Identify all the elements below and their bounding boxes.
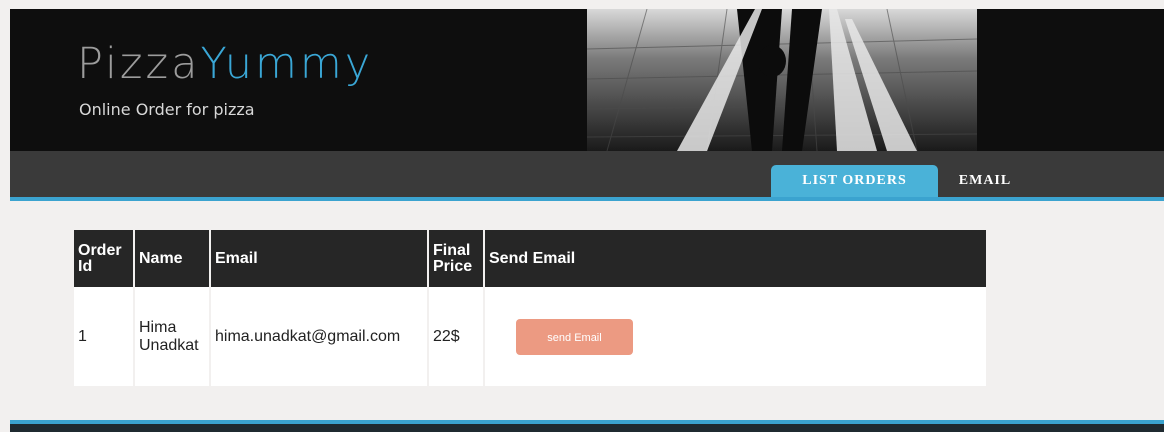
logo-part1: Pizza — [77, 39, 201, 89]
table-header-row: Order Id Name Email Final Price Send Email — [74, 230, 986, 287]
tab-email[interactable]: EMAIL — [945, 165, 1025, 197]
order-id-line2: Id — [78, 257, 93, 275]
top-strip — [0, 0, 1164, 9]
header-banner-image — [587, 9, 977, 151]
cell-final-price: 22$ — [428, 287, 485, 386]
order-id-line1: Order — [78, 241, 122, 259]
main-navbar: LIST ORDERS EMAIL — [10, 151, 1164, 197]
nav-underline — [10, 197, 1164, 201]
column-header-send-email: Send Email — [484, 230, 986, 287]
name-line2: Unadkat — [139, 336, 199, 354]
send-email-button[interactable]: send Email — [516, 318, 633, 355]
page: PizzaYummy Online Order for pizza LIST O… — [0, 0, 1164, 432]
column-header-order-id: Order Id — [74, 230, 135, 287]
cell-order-id: 1 — [74, 287, 135, 386]
site-header: PizzaYummy Online Order for pizza — [10, 9, 1164, 151]
final-price-line2: Price — [433, 257, 473, 275]
logo-part2: Yummy — [200, 39, 374, 89]
final-price-line1: Final — [433, 241, 471, 259]
cell-email: hima.unadkat@gmail.com — [210, 287, 429, 386]
name-line1: Hima — [139, 318, 177, 336]
site-tagline: Online Order for pizza — [79, 100, 255, 119]
cell-name: Hima Unadkat — [134, 287, 211, 386]
table-row: 1 Hima Unadkat hima.unadkat@gmail.com 22$… — [74, 287, 986, 386]
site-logo[interactable]: PizzaYummy — [77, 43, 373, 86]
cell-send-email: send Email — [484, 287, 986, 386]
orders-table: Order Id Name Email Final Price Send Email… — [74, 230, 986, 386]
shadows-photo-graphic — [587, 9, 977, 151]
column-header-name: Name — [134, 230, 211, 287]
column-header-final-price: Final Price — [428, 230, 485, 287]
column-header-email: Email — [210, 230, 429, 287]
footer-bar — [10, 420, 1164, 432]
tab-list-orders[interactable]: LIST ORDERS — [771, 165, 938, 197]
